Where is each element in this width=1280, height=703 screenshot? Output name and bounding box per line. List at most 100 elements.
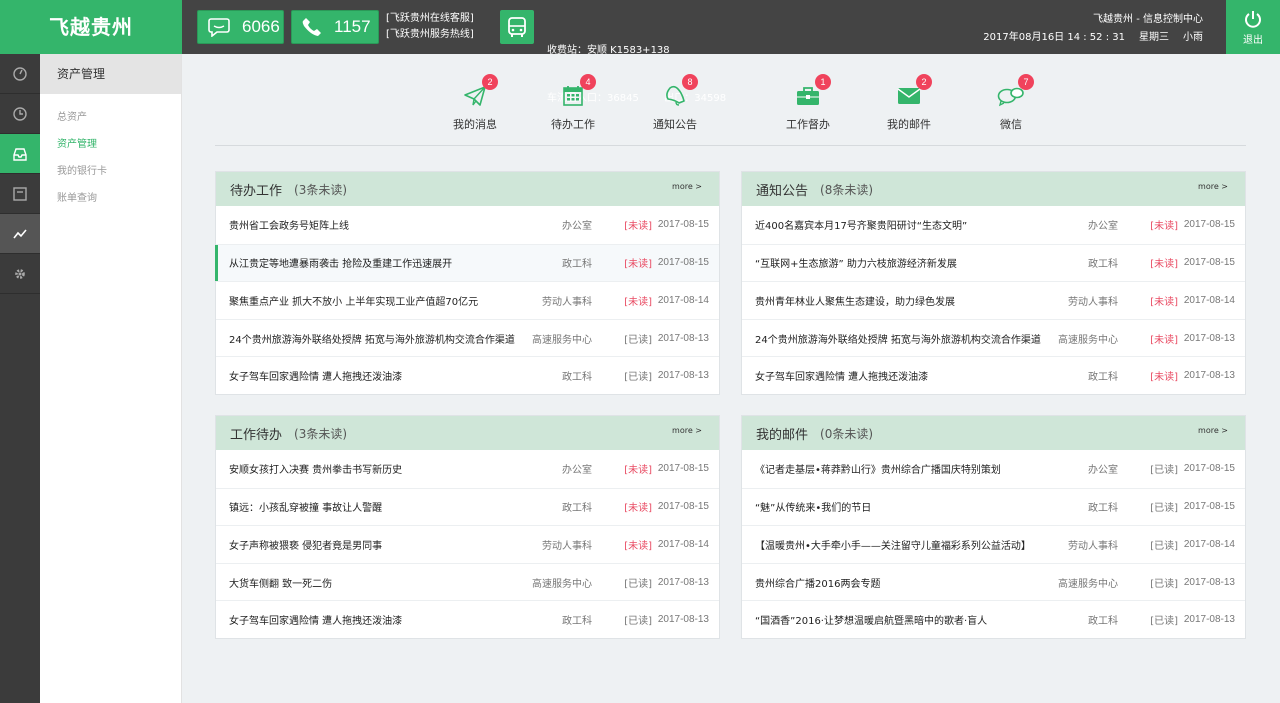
- subnav-item-total-assets[interactable]: 总资产: [40, 104, 181, 131]
- item-title[interactable]: 【温暖贵州•大手牵小手——关注留守儿童福彩系列公益活动】: [755, 537, 1031, 552]
- trend-icon: [13, 228, 27, 238]
- item-title[interactable]: 女子驾车回家遇险情 遭人拖拽还泼油漆: [229, 612, 402, 627]
- item-date: 2017-08-15: [657, 463, 709, 475]
- more-link[interactable]: more >: [1198, 426, 1228, 435]
- item-department: 政工科: [1088, 503, 1118, 515]
- list-item[interactable]: 安顺女孩打入决赛 贵州拳击书写新历史 办公室 [未读] 2017-08-15: [216, 450, 719, 488]
- item-status: [未读]: [624, 259, 652, 271]
- list-item[interactable]: 女子声称被猥亵 侵犯者竟是男同事 劳动人事科 [未读] 2017-08-14: [216, 525, 719, 563]
- item-title[interactable]: “互联网+生态旅游” 助力六枝旅游经济新发展: [755, 255, 957, 270]
- item-title[interactable]: 贵州省工会政务号矩阵上线: [229, 217, 349, 232]
- subnav-item-bill-query[interactable]: 账单查询: [40, 185, 181, 212]
- item-title[interactable]: 女子声称被猥亵 侵犯者竟是男同事: [229, 537, 382, 552]
- list-item[interactable]: “互联网+生态旅游” 助力六枝旅游经济新发展 政工科 [未读] 2017-08-15: [742, 243, 1245, 282]
- list-item[interactable]: 贵州省工会政务号矩阵上线 办公室 [未读] 2017-08-15: [216, 206, 719, 244]
- quick-my-messages[interactable]: 我的消息 2: [435, 74, 515, 132]
- panel-title: 待办工作: [230, 183, 283, 199]
- sidebar-dashboard[interactable]: [0, 54, 40, 94]
- list-item[interactable]: 近400名嘉宾本月17号齐聚贵阳研讨“生态文明” 办公室 [未读] 2017-08-1…: [742, 206, 1245, 244]
- list-item[interactable]: 大货车侧翻 致一死二伤 高速服务中心 [已读] 2017-08-13: [216, 562, 719, 601]
- item-title[interactable]: 聚焦重点产业 抓大不放小 上半年实现工业产值超70亿元: [229, 293, 478, 308]
- quick-todo-work[interactable]: 待办工作 4: [533, 74, 613, 132]
- item-title[interactable]: “魅”从传统来•我们的节日: [755, 499, 871, 514]
- item-department: 政工科: [562, 372, 592, 384]
- sidebar-assets[interactable]: [0, 134, 46, 174]
- bus-button[interactable]: [500, 10, 534, 44]
- list-item[interactable]: 24个贵州旅游海外联络处授牌 拓宽与海外旅游机构交流合作渠道 高速服务中心 [未读]…: [742, 318, 1245, 357]
- quick-label: 工作督办: [786, 118, 830, 131]
- app-logo[interactable]: 飞越贵州: [0, 0, 182, 54]
- item-title[interactable]: 近400名嘉宾本月17号齐聚贵阳研讨“生态文明”: [755, 217, 967, 232]
- quick-notices[interactable]: 通知公告 8: [635, 74, 715, 132]
- icon-sidebar: [0, 54, 46, 703]
- quick-work-supervision[interactable]: 工作督办 1: [768, 74, 848, 132]
- quick-my-mail[interactable]: 我的邮件 2: [869, 74, 949, 132]
- list-item[interactable]: 女子驾车回家遇险情 遭人拖拽还泼油漆 政工科 [已读] 2017-08-13: [216, 600, 719, 638]
- item-title[interactable]: 《记者走基层•蒋莽黔山行》贵州综合广播国庆特别策划: [755, 461, 1001, 476]
- item-title[interactable]: 女子驾车回家遇险情 遭人拖拽还泼油漆: [229, 368, 402, 383]
- online-service-button[interactable]: 6066: [197, 10, 284, 44]
- hotline-button[interactable]: 1157: [291, 10, 379, 44]
- list-item[interactable]: 贵州综合广播2016两会专题 高速服务中心 [已读] 2017-08-13: [742, 562, 1245, 601]
- item-title[interactable]: 大货车侧翻 致一死二伤: [229, 575, 332, 590]
- item-title[interactable]: “国酒香”2016·让梦想温暖启航暨黑暗中的歌者·盲人: [755, 612, 987, 627]
- item-date: 2017-08-13: [657, 332, 709, 344]
- hotline-phone-label[interactable]: [飞跃贵州服务热线]: [386, 27, 474, 43]
- list-item[interactable]: 聚焦重点产业 抓大不放小 上半年实现工业产值超70亿元 劳动人事科 [未读] 2017…: [216, 281, 719, 319]
- item-date: 2017-08-13: [657, 576, 709, 588]
- item-date: 2017-08-14: [657, 294, 709, 306]
- item-status: [未读]: [624, 503, 652, 515]
- weather: 小雨: [1183, 32, 1203, 43]
- list-item[interactable]: “国酒香”2016·让梦想温暖启航暨黑暗中的歌者·盲人 政工科 [已读] 2017-0…: [742, 600, 1245, 638]
- item-title[interactable]: 安顺女孩打入决赛 贵州拳击书写新历史: [229, 461, 402, 476]
- quick-wechat[interactable]: 微信 7: [971, 74, 1051, 132]
- item-title[interactable]: 镇远：小孩乱穿被撞 事故让人警醒: [229, 499, 382, 514]
- list-item[interactable]: 贵州青年林业人聚焦生态建设，助力绿色发展 劳动人事科 [未读] 2017-08-14: [742, 281, 1245, 319]
- item-title[interactable]: 贵州青年林业人聚焦生态建设，助力绿色发展: [755, 293, 955, 308]
- calendar-icon: [563, 86, 583, 106]
- list-item[interactable]: 《记者走基层•蒋莽黔山行》贵州综合广播国庆特别策划 办公室 [已读] 2017-08-…: [742, 450, 1245, 488]
- list-item[interactable]: 女子驾车回家遇险情 遭人拖拽还泼油漆 政工科 [已读] 2017-08-13: [216, 356, 719, 394]
- sidebar-history[interactable]: [0, 94, 40, 134]
- phone-icon: [302, 18, 321, 36]
- panel-header: 工作待办 (3条未读) more >: [216, 416, 719, 450]
- item-date: 2017-08-13: [1183, 332, 1235, 344]
- list-item[interactable]: 女子驾车回家遇险情 遭人拖拽还泼油漆 政工科 [未读] 2017-08-13: [742, 356, 1245, 394]
- more-link[interactable]: more >: [1198, 182, 1228, 191]
- sidebar-window[interactable]: [0, 174, 40, 214]
- more-link[interactable]: more >: [672, 426, 702, 435]
- subnav-item-bank-cards[interactable]: 我的银行卡: [40, 158, 181, 185]
- more-link[interactable]: more >: [672, 182, 702, 191]
- item-department: 政工科: [562, 259, 592, 271]
- current-date: 2017年08月16日 14 : 52 : 31: [983, 32, 1125, 43]
- item-department: 办公室: [1088, 221, 1118, 233]
- list-item[interactable]: “魅”从传统来•我们的节日 政工科 [已读] 2017-08-15: [742, 487, 1245, 526]
- item-department: 高速服务中心: [532, 578, 592, 590]
- item-title[interactable]: 从江贵定等地遭暴雨袭击 抢险及重建工作迅速展开: [229, 255, 452, 270]
- list-item[interactable]: 【温暖贵州•大手牵小手——关注留守儿童福彩系列公益活动】 劳动人事科 [已读] 201…: [742, 525, 1245, 563]
- panel-rows: 《记者走基层•蒋莽黔山行》贵州综合广播国庆特别策划 办公室 [已读] 2017-08-…: [742, 450, 1245, 638]
- item-date: 2017-08-15: [1183, 463, 1235, 475]
- top-header: 飞越贵州 6066 1157 [飞跃贵州在线客服] [飞跃贵州服务热线] 收费站…: [0, 0, 1280, 104]
- panel-rows: 安顺女孩打入决赛 贵州拳击书写新历史 办公室 [未读] 2017-08-15 镇远：小孩…: [216, 450, 719, 638]
- main-content: 我的消息 2 待办工作 4 通知公告 8 工作督办 1 我的邮件 2 微信 7: [182, 54, 1280, 703]
- item-title[interactable]: 24个贵州旅游海外联络处授牌 拓宽与海外旅游机构交流合作渠道: [755, 331, 1041, 346]
- logout-button[interactable]: 退出: [1226, 0, 1280, 54]
- list-item[interactable]: 从江贵定等地遭暴雨袭击 抢险及重建工作迅速展开 政工科 [未读] 2017-08-15: [215, 243, 719, 282]
- item-title[interactable]: 贵州综合广播2016两会专题: [755, 575, 880, 590]
- item-date: 2017-08-15: [1183, 257, 1235, 269]
- item-title[interactable]: 女子驾车回家遇险情 遭人拖拽还泼油漆: [755, 368, 928, 383]
- list-item[interactable]: 24个贵州旅游海外联络处授牌 拓宽与海外旅游机构交流合作渠道 高速服务中心 [已读]…: [216, 318, 719, 357]
- item-date: 2017-08-15: [1183, 219, 1235, 231]
- item-title[interactable]: 24个贵州旅游海外联络处授牌 拓宽与海外旅游机构交流合作渠道: [229, 331, 515, 346]
- subnav-item-asset-management[interactable]: 资产管理: [40, 131, 181, 158]
- hotline-online-label[interactable]: [飞跃贵州在线客服]: [386, 11, 474, 27]
- sidebar-trend[interactable]: [0, 214, 40, 254]
- item-status: [已读]: [624, 616, 652, 628]
- list-item[interactable]: 镇远：小孩乱穿被撞 事故让人警醒 政工科 [未读] 2017-08-15: [216, 487, 719, 526]
- bus-icon: [508, 17, 526, 37]
- unread-count: (8条未读): [820, 182, 874, 197]
- dashboard-icon: [13, 66, 27, 81]
- panel-title: 我的邮件: [756, 427, 809, 443]
- sidebar-settings[interactable]: [0, 254, 40, 294]
